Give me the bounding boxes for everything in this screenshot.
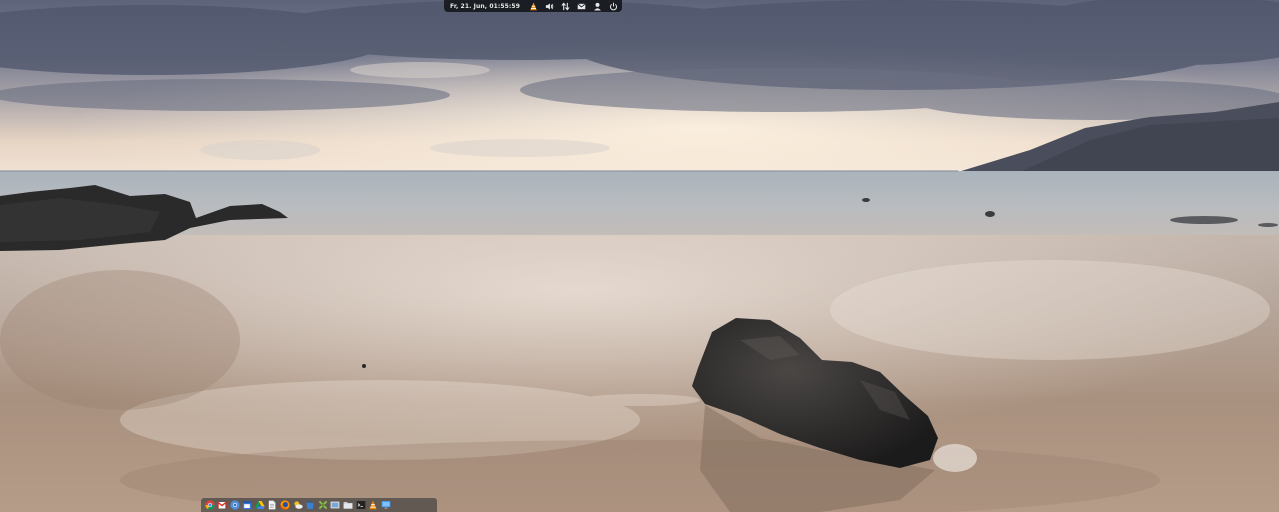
screenshot-icon[interactable] (330, 500, 341, 511)
monitor-icon[interactable] (380, 500, 391, 511)
power-icon[interactable] (609, 2, 618, 11)
chrome-icon[interactable] (204, 500, 215, 511)
chromium-icon[interactable] (229, 500, 240, 511)
clock-label[interactable]: Fr, 21. Jun, 01:55:59 (450, 3, 520, 10)
document-icon[interactable] (267, 500, 278, 511)
calendar-icon[interactable] (242, 500, 253, 511)
software-store-icon[interactable] (305, 500, 316, 511)
user-icon[interactable] (593, 2, 602, 11)
terminal-icon[interactable] (355, 500, 366, 511)
system-tray (529, 1, 618, 11)
gmail-icon[interactable] (217, 500, 228, 511)
tools-icon[interactable] (317, 500, 328, 511)
google-drive-icon[interactable] (254, 500, 265, 511)
wallpaper-image (0, 0, 1279, 512)
desktop: Fr, 21. Jun, 01:55:59 (0, 0, 1279, 512)
mail-icon[interactable] (577, 2, 586, 11)
top-panel: Fr, 21. Jun, 01:55:59 (444, 0, 622, 12)
volume-icon[interactable] (545, 2, 554, 11)
files-icon[interactable] (343, 500, 354, 511)
firefox-icon[interactable] (280, 500, 291, 511)
dock (201, 498, 437, 512)
network-transfer-icon[interactable] (561, 1, 570, 11)
vlc-icon[interactable] (529, 2, 538, 11)
weather-icon[interactable] (292, 500, 303, 511)
vlc-icon[interactable] (368, 500, 379, 511)
